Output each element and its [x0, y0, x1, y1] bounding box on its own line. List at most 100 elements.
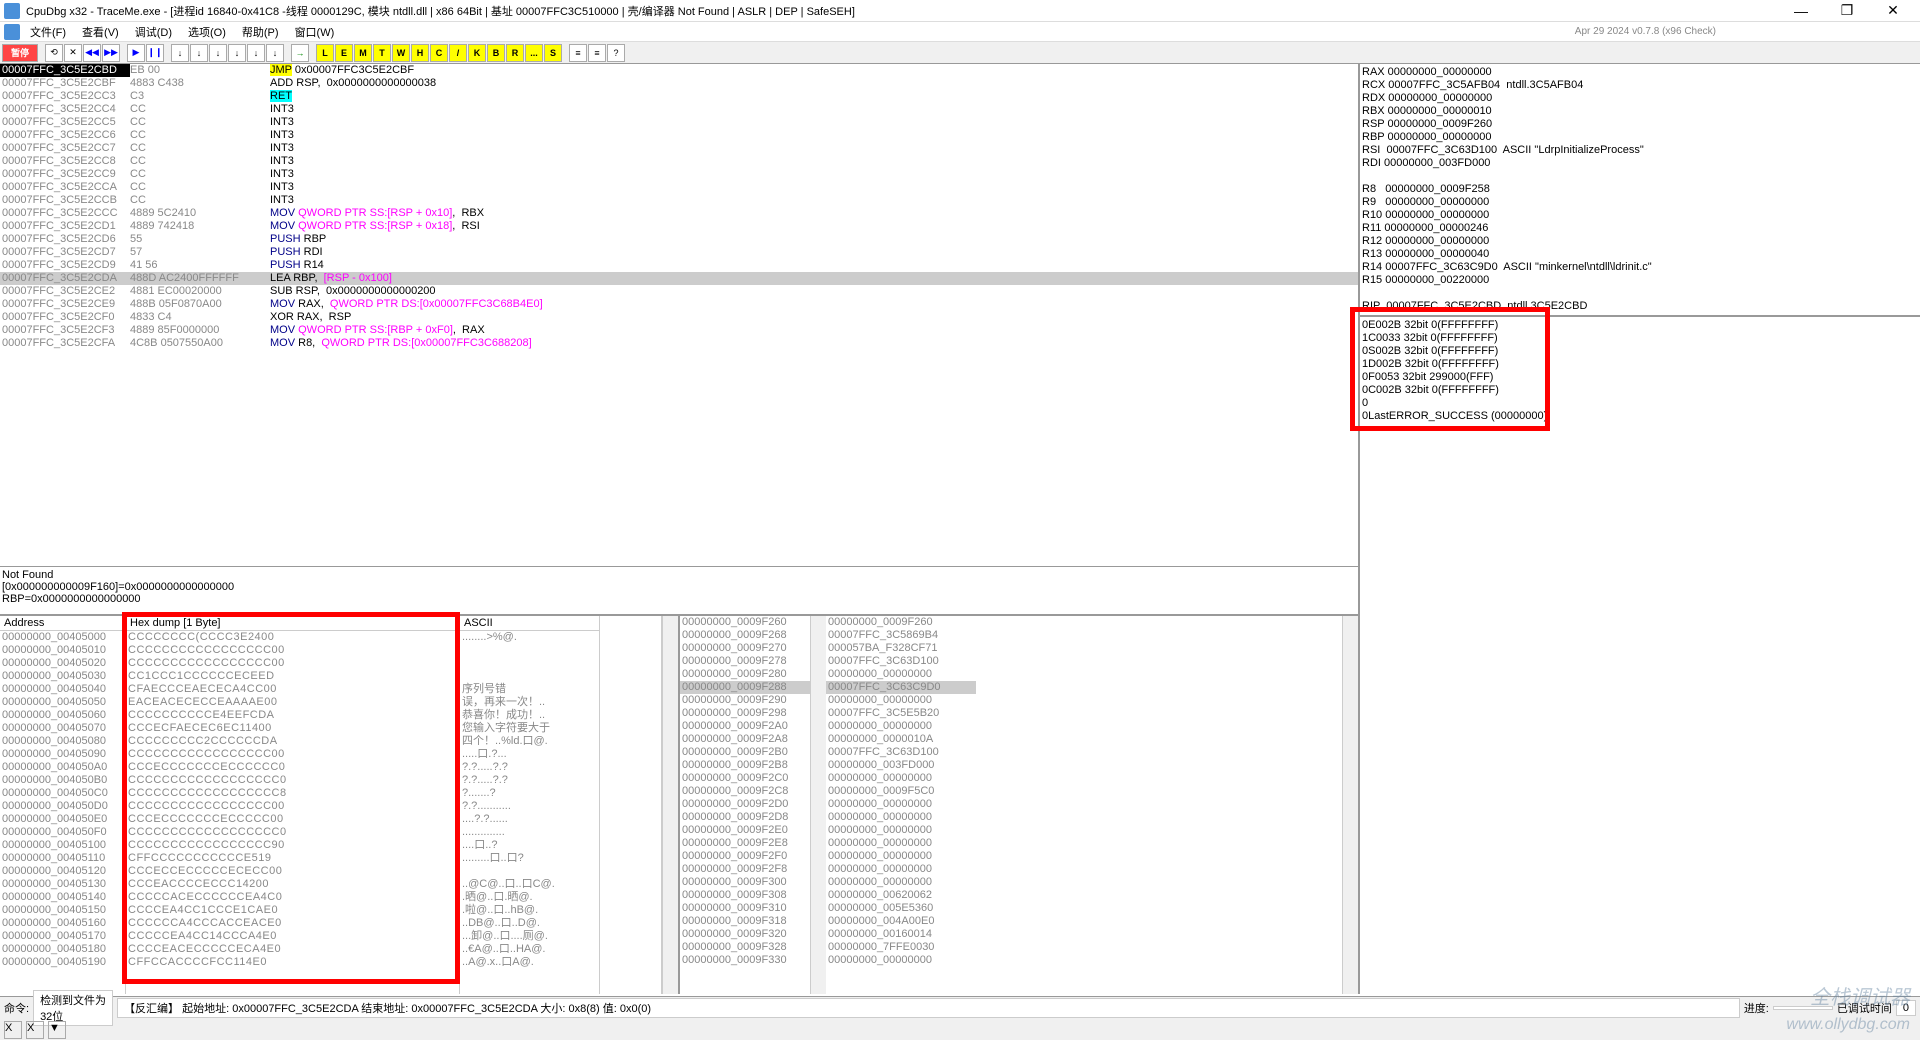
dump-row[interactable]: CCCCCCA4CCCACCEACE0 [126, 917, 459, 930]
dump-row[interactable]: CCCCEACECCCCCECA4E0 [126, 943, 459, 956]
tb-btn[interactable]: → [291, 44, 309, 62]
reg-row[interactable]: R12 00000000_00000000 [1362, 235, 1918, 248]
disasm-row[interactable]: 00007FFC_3C5E2CF04833 C4XOR RAX, RSP [0, 311, 1358, 324]
letter-S[interactable]: S [544, 44, 562, 62]
dump-row[interactable]: ..A@.x..口A@. [460, 956, 599, 969]
dump-row[interactable]: 四个！..%ld.口@. [460, 735, 599, 748]
reg-row[interactable]: RIP 00007FFC_3C5E2CBD ntdll.3C5E2CBD [1362, 300, 1918, 313]
pause-button[interactable]: 暂停 [2, 44, 38, 62]
dump-row[interactable]: 00000000_00405100 [0, 839, 125, 852]
disasm-row[interactable]: 00007FFC_3C5E2CC7CCINT3 [0, 142, 1358, 155]
letter-B[interactable]: B [487, 44, 505, 62]
stack-val[interactable]: 00000000_7FFE0030 [826, 941, 976, 954]
disassembly-view[interactable]: 00007FFC_3C5E2CBDEB 00JMP 0x00007FFC3C5E… [0, 64, 1358, 566]
stack-scrollbar-2[interactable] [1342, 616, 1358, 994]
stack-addr[interactable]: 00000000_0009F278 [680, 655, 810, 668]
dump-row[interactable]: ?.?........... [460, 800, 599, 813]
dump-row[interactable]: 00000000_00405150 [0, 904, 125, 917]
stack-val[interactable]: 00000000_00000000 [826, 798, 976, 811]
disasm-row[interactable]: 00007FFC_3C5E2CC5CCINT3 [0, 116, 1358, 129]
menu-help[interactable]: 帮助(P) [236, 22, 285, 42]
seg-row[interactable]: 0E002B 32bit 0(FFFFFFFF) [1362, 319, 1918, 332]
dump-row[interactable]: ?.?.....?.? [460, 761, 599, 774]
seg-row[interactable]: 1C0033 32bit 0(FFFFFFFF) [1362, 332, 1918, 345]
stack-addr[interactable]: 00000000_0009F290 [680, 694, 810, 707]
dump-row[interactable]: 00000000_00405030 [0, 670, 125, 683]
menu-window[interactable]: 窗口(W) [289, 22, 341, 42]
reg-row[interactable]: RSP 00000000_0009F260 [1362, 118, 1918, 131]
tb-btn[interactable]: ◀◀ [83, 44, 101, 62]
reg-row[interactable]: R11 00000000_00000246 [1362, 222, 1918, 235]
dump-row[interactable]: ...卸@..口....厕@. [460, 930, 599, 943]
seg-row[interactable]: 0F0053 32bit 299000(FFF) [1362, 371, 1918, 384]
stack-addr[interactable]: 00000000_0009F2E8 [680, 837, 810, 850]
dump-row[interactable]: 您输入字符要大于 [460, 722, 599, 735]
tb-btn[interactable]: ≡ [588, 44, 606, 62]
stack-addr[interactable]: 00000000_0009F2C8 [680, 785, 810, 798]
stack-val[interactable]: 00000000_00000000 [826, 837, 976, 850]
sb-btn[interactable]: ▼ [48, 1021, 66, 1039]
step-button[interactable]: ↓ [228, 44, 246, 62]
step-button[interactable]: ↓ [190, 44, 208, 62]
disasm-row[interactable]: 00007FFC_3C5E2CBDEB 00JMP 0x00007FFC3C5E… [0, 64, 1358, 77]
reg-row[interactable]: R10 00000000_00000000 [1362, 209, 1918, 222]
disasm-row[interactable]: 00007FFC_3C5E2CC4CCINT3 [0, 103, 1358, 116]
dump-row[interactable]: CFAECCCEAECECA4CC00 [126, 683, 459, 696]
stack-val[interactable]: 000057BA_F328CF71 [826, 642, 976, 655]
stack-addr[interactable]: 00000000_0009F288 [680, 681, 810, 694]
stack-addr[interactable]: 00000000_0009F280 [680, 668, 810, 681]
dump-row[interactable]: CCCCCCCCCCCCCCCCC00 [126, 644, 459, 657]
disasm-row[interactable]: 00007FFC_3C5E2CCC4889 5C2410MOV QWORD PT… [0, 207, 1358, 220]
stack-val[interactable]: 00000000_00160014 [826, 928, 976, 941]
reg-row[interactable]: RBP 00000000_00000000 [1362, 131, 1918, 144]
dump-row[interactable]: CCCCCEA4CC14CCCA4E0 [126, 930, 459, 943]
dump-row[interactable]: 00000000_00405080 [0, 735, 125, 748]
step-button[interactable]: ↓ [209, 44, 227, 62]
stack-val[interactable]: 00007FFC_3C63D100 [826, 746, 976, 759]
stack-addr[interactable]: 00000000_0009F2E0 [680, 824, 810, 837]
reg-row[interactable]: R15 00000000_00220000 [1362, 274, 1918, 287]
maximize-button[interactable]: ❐ [1824, 0, 1870, 22]
minimize-button[interactable]: — [1778, 0, 1824, 22]
hex-dump[interactable]: Address 00000000_0040500000000000_004050… [0, 616, 678, 994]
stack-addr[interactable]: 00000000_0009F2D0 [680, 798, 810, 811]
stack-addr[interactable]: 00000000_0009F260 [680, 616, 810, 629]
stack-val[interactable]: 00000000_0000010A [826, 733, 976, 746]
stack-val[interactable]: 00000000_003FD000 [826, 759, 976, 772]
dump-row[interactable]: 00000000_00405020 [0, 657, 125, 670]
menu-debug[interactable]: 调试(D) [129, 22, 178, 42]
dump-row[interactable]: 00000000_00405160 [0, 917, 125, 930]
stack-addr[interactable]: 00000000_0009F308 [680, 889, 810, 902]
stack-addr[interactable]: 00000000_0009F298 [680, 707, 810, 720]
dump-row[interactable]: 00000000_00405110 [0, 852, 125, 865]
dump-row[interactable]: ....?.?...... [460, 813, 599, 826]
dump-row[interactable]: CCCECFAECEC6EC11400 [126, 722, 459, 735]
dump-row[interactable]: ........>%@. [460, 631, 599, 644]
dump-row[interactable]: 00000000_00405060 [0, 709, 125, 722]
dump-row[interactable]: 恭喜你！成功！.. [460, 709, 599, 722]
letter-L[interactable]: L [316, 44, 334, 62]
dump-row[interactable]: ?.......? [460, 787, 599, 800]
dump-row[interactable]: CCCCCCCCCCCCCCCCCC8 [126, 787, 459, 800]
dump-row[interactable]: CFFCCCCCCCCCCCE519 [126, 852, 459, 865]
stack-addr[interactable]: 00000000_0009F310 [680, 902, 810, 915]
dump-row[interactable]: CCCCCCCCCCE4EEFCDA [126, 709, 459, 722]
sb-btn[interactable]: X [26, 1021, 44, 1039]
dump-row[interactable]: 00000000_004050C0 [0, 787, 125, 800]
dump-row[interactable]: 00000000_004050F0 [0, 826, 125, 839]
seg-row[interactable]: 1D002B 32bit 0(FFFFFFFF) [1362, 358, 1918, 371]
segments-view[interactable]: 0E002B 32bit 0(FFFFFFFF) 1C0033 32bit 0(… [1360, 317, 1920, 425]
disasm-row[interactable]: 00007FFC_3C5E2CE24881 EC00020000SUB RSP,… [0, 285, 1358, 298]
disasm-row[interactable]: 00007FFC_3C5E2CCBCCINT3 [0, 194, 1358, 207]
dump-row[interactable]: 00000000_00405040 [0, 683, 125, 696]
dump-row[interactable] [460, 657, 599, 670]
stack-val[interactable]: 00000000_00000000 [826, 668, 976, 681]
step-button[interactable]: ↓ [266, 44, 284, 62]
dump-row[interactable]: 00000000_00405090 [0, 748, 125, 761]
stack-val[interactable]: 00000000_00000000 [826, 694, 976, 707]
dump-row[interactable]: 00000000_00405140 [0, 891, 125, 904]
stack-val[interactable]: 00000000_00000000 [826, 954, 976, 967]
dump-row[interactable]: 00000000_00405170 [0, 930, 125, 943]
disasm-row[interactable]: 00007FFC_3C5E2CE9488B 05F0870A00MOV RAX,… [0, 298, 1358, 311]
dump-row[interactable]: ?.?.....?.? [460, 774, 599, 787]
